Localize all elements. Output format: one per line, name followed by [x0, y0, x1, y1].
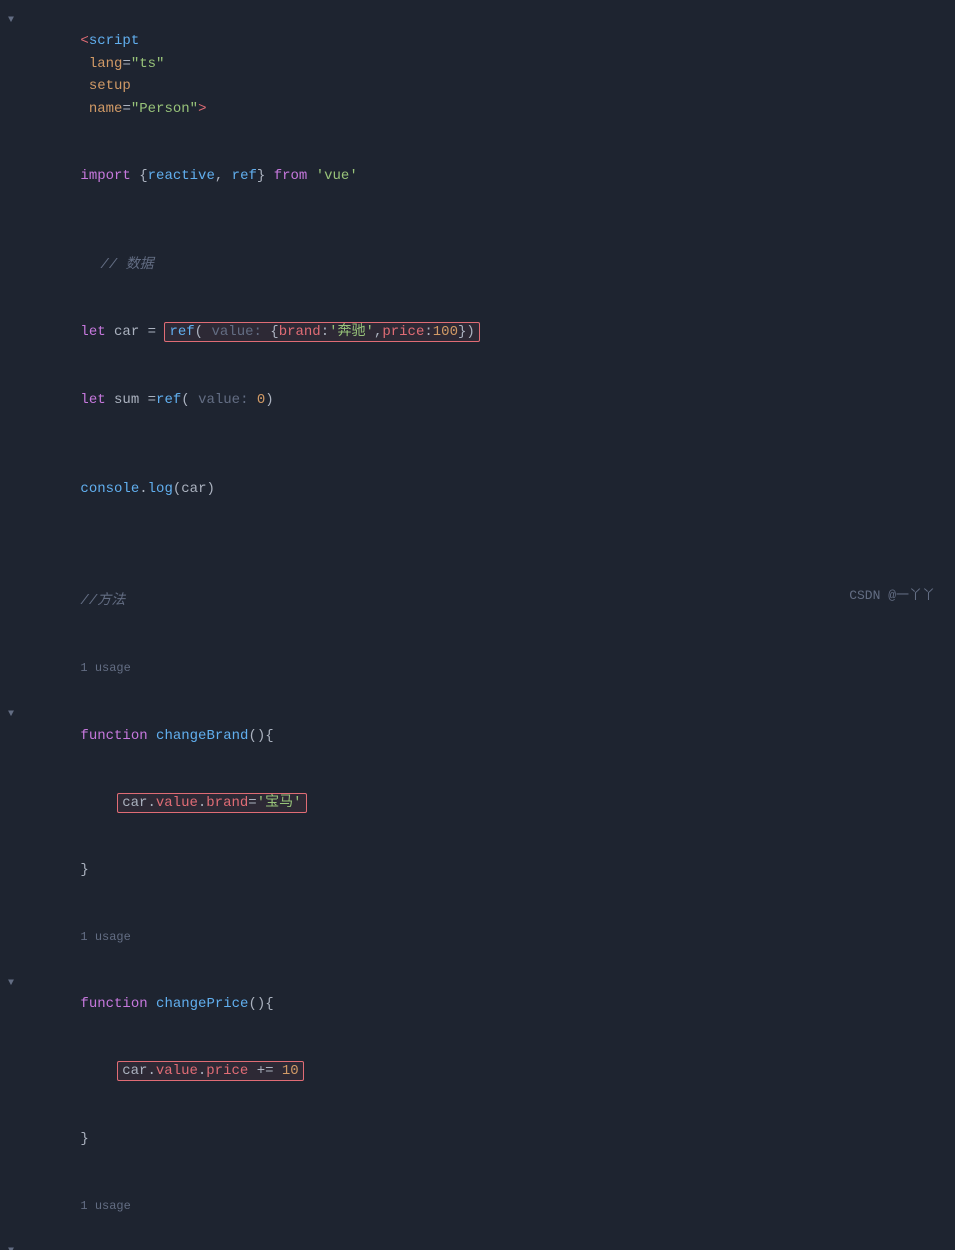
code-line-3 [0, 210, 955, 232]
highlight-ref-car: ref( value: {brand:'奔驰',price:100}) [164, 322, 479, 342]
str-bmw: '宝马' [257, 795, 302, 811]
fn-ref: ref [169, 324, 194, 340]
prop-brand: brand [279, 324, 321, 340]
close-brace-1: } [80, 862, 88, 878]
import-ref: ref [232, 168, 257, 184]
prop-value-brand: value [156, 795, 198, 811]
usage-1: 1 usage [80, 661, 130, 675]
fold-gutter-21[interactable]: ▼ [8, 1244, 22, 1250]
fold-gutter-17[interactable]: ▼ [8, 976, 22, 992]
fold-gutter-1[interactable]: ▼ [8, 13, 22, 29]
prop-brand-assign: brand [206, 795, 248, 811]
prop-price: price [382, 324, 424, 340]
code-line-13: ▼ function changeBrand(){ [0, 702, 955, 769]
code-line-19: } [0, 1105, 955, 1172]
fold-gutter-13[interactable]: ▼ [8, 707, 22, 723]
prop-value-price: value [156, 1063, 198, 1079]
attr-setup: setup [80, 78, 130, 94]
str-benz: '奔驰' [329, 324, 374, 340]
var-car: car [114, 324, 148, 340]
hint-value: value: [211, 324, 270, 340]
highlight-price: car.value.price += 10 [117, 1061, 303, 1081]
code-line-21: ▼ function changeCar(){ [0, 1239, 955, 1250]
keyword-from: from [274, 168, 316, 184]
code-line-18: car.value.price += 10 [0, 1038, 955, 1105]
code-line-7 [0, 433, 955, 455]
fn-ref-sum: ref [156, 392, 181, 408]
code-line-4: // 数据 [0, 232, 955, 299]
fn-console: console [80, 481, 139, 497]
attr-lang-val: "ts" [131, 56, 165, 72]
comment-methods: //方法 [80, 593, 125, 609]
line-content-1: <script lang="ts" setup name="Person"> [30, 8, 939, 142]
fold-arrow-21[interactable]: ▼ [8, 1244, 14, 1250]
code-editor: ▼ <script lang="ts" setup name="Person">… [0, 0, 955, 625]
var-car-log: car [181, 481, 206, 497]
comment-data: // 数据 [100, 257, 153, 273]
import-reactive: reactive [148, 168, 215, 184]
hint-value-sum: value: [198, 392, 257, 408]
code-line-6: let sum =ref( value: 0) [0, 366, 955, 433]
code-line-15: } [0, 836, 955, 903]
attr-name-attr: name [80, 101, 122, 117]
keyword-import: import [80, 168, 139, 184]
code-line-17: ▼ function changePrice(){ [0, 971, 955, 1038]
var-car-brand: car [122, 795, 147, 811]
code-line-12: 1 usage [0, 635, 955, 702]
keyword-function-1: function [80, 728, 156, 744]
prop-price-assign: price [206, 1063, 248, 1079]
var-sum: sum [114, 392, 148, 408]
code-line-8: console.log(car) [0, 456, 955, 523]
code-line-5: let car = ref( value: {brand:'奔驰',price:… [0, 299, 955, 366]
fold-arrow-13[interactable]: ▼ [8, 707, 14, 723]
code-line-16: 1 usage [0, 904, 955, 971]
code-line-20: 1 usage [0, 1172, 955, 1239]
highlight-brand: car.value.brand='宝马' [117, 793, 306, 813]
fn-changeBrand: changeBrand [156, 728, 248, 744]
code-line-10 [0, 545, 955, 567]
usage-3: 1 usage [80, 1199, 130, 1213]
tag-name-script: script [89, 33, 139, 49]
var-car-price: car [122, 1063, 147, 1079]
attr-lang: lang [80, 56, 122, 72]
usage-2: 1 usage [80, 930, 130, 944]
watermark: CSDN @一丫丫 [849, 586, 935, 607]
line-content-2: import {reactive, ref} from 'vue' [30, 142, 939, 209]
keyword-let-sum: let [80, 392, 114, 408]
import-source: 'vue' [316, 168, 358, 184]
keyword-let-car: let [80, 324, 114, 340]
close-brace-2: } [80, 1131, 88, 1147]
num-100: 100 [433, 324, 458, 340]
code-line-9 [0, 523, 955, 545]
fold-arrow-1[interactable]: ▼ [8, 13, 14, 29]
keyword-function-2: function [80, 996, 156, 1012]
code-line-2: import {reactive, ref} from 'vue' [0, 142, 955, 209]
attr-name-val: "Person" [131, 101, 198, 117]
num-10: 10 [282, 1063, 299, 1079]
fold-arrow-17[interactable]: ▼ [8, 976, 14, 992]
code-line-1: ▼ <script lang="ts" setup name="Person"> [0, 8, 955, 142]
tag-bracket: < [80, 33, 88, 49]
fn-log: log [148, 481, 173, 497]
code-line-14: car.value.brand='宝马' [0, 769, 955, 836]
fn-changePrice: changePrice [156, 996, 248, 1012]
